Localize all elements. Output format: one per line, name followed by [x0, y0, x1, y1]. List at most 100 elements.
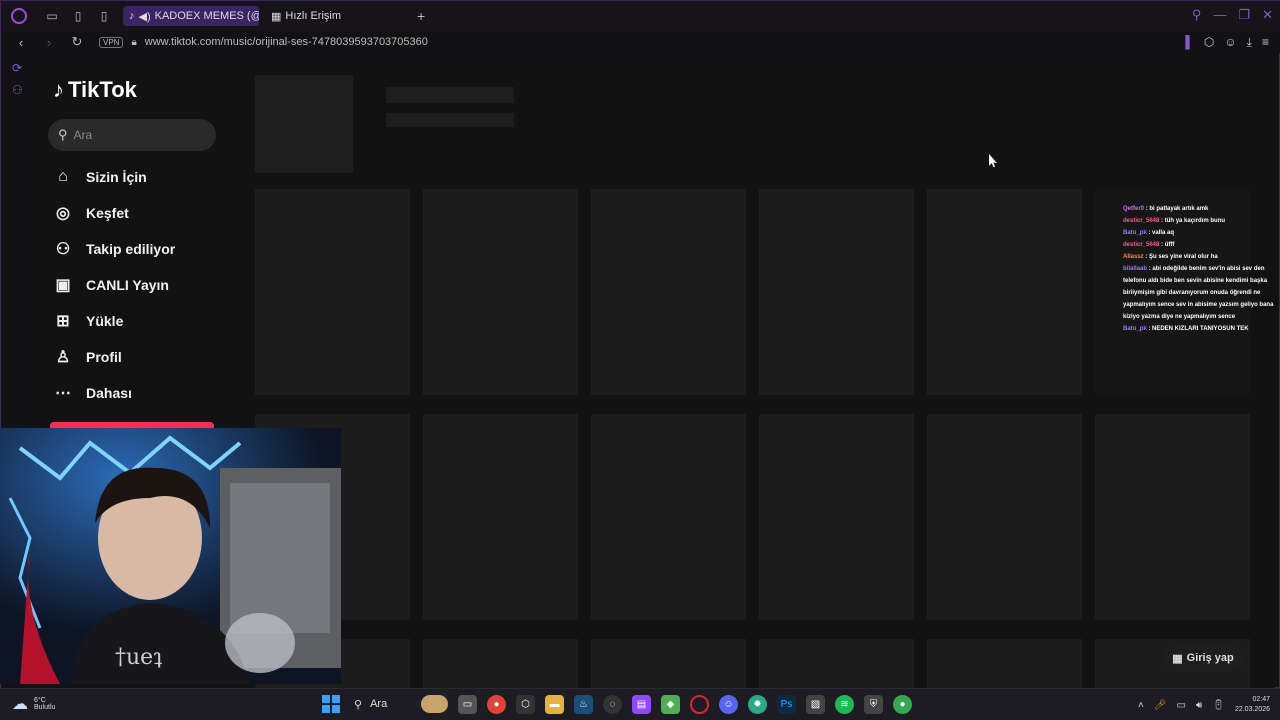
app-icon[interactable]: ✹: [748, 694, 767, 714]
extensions-icon[interactable]: ▌: [1185, 35, 1194, 50]
steam-icon[interactable]: ♨: [574, 694, 593, 714]
twitch-icon[interactable]: ▤: [632, 694, 651, 714]
video-card-placeholder[interactable]: [1095, 414, 1250, 620]
file-explorer-icon[interactable]: ▬: [545, 694, 564, 714]
clock[interactable]: 02:47 22.03.2026: [1235, 695, 1270, 715]
search-tabs-icon[interactable]: ⚲: [1192, 7, 1202, 23]
cloud-icon: ☁: [12, 696, 28, 713]
cube-icon[interactable]: ⬡: [1204, 35, 1214, 50]
opera-logo-icon[interactable]: [11, 8, 27, 24]
nav-label: Profil: [86, 349, 122, 365]
video-card-placeholder[interactable]: [591, 639, 746, 689]
back-icon[interactable]: ‹: [13, 35, 29, 50]
document-icon[interactable]: ▯: [71, 10, 85, 22]
video-card-placeholder[interactable]: [423, 189, 578, 395]
login-button[interactable]: ▦ Giriş yap: [1163, 645, 1243, 671]
video-card-placeholder[interactable]: [759, 414, 914, 620]
video-card-placeholder[interactable]: [759, 189, 914, 395]
sound-meta-placeholder: [386, 113, 514, 127]
nav-item-upload[interactable]: ⊞ Yükle: [53, 303, 175, 339]
nav-label: Takip ediliyor: [86, 241, 176, 257]
stream-chat-overlay: Qetfer0 : bi patlayak artık amk desticr_…: [1123, 203, 1275, 335]
compass-icon: ◎: [56, 205, 70, 222]
nav-item-for-you[interactable]: ⌂ Sizin İçin: [53, 159, 175, 195]
lock-icon[interactable]: 🔒︎: [131, 37, 136, 48]
nav-label: Sizin İçin: [86, 169, 147, 185]
spotify-icon[interactable]: ≋: [835, 694, 854, 714]
chevron-up-icon[interactable]: ˄: [1138, 700, 1144, 711]
network-icon[interactable]: 🔋︎: [1212, 700, 1225, 711]
bot-icon[interactable]: ⚇: [12, 83, 35, 97]
account-icon[interactable]: ☺: [1224, 35, 1236, 50]
weather-widget[interactable]: ☁ 6°C Bulutlu: [12, 694, 55, 714]
maximize-icon[interactable]: ❐: [1238, 7, 1250, 23]
sound-cover-placeholder: [255, 75, 353, 173]
obs-icon[interactable]: ◌: [603, 694, 622, 714]
volume-icon[interactable]: 🔊︎: [1196, 700, 1202, 711]
nav-item-profile[interactable]: ♙ Profil: [53, 339, 175, 375]
page-icon[interactable]: ▯: [97, 10, 111, 22]
following-icon: ⚇: [55, 241, 71, 258]
start-icon[interactable]: [322, 695, 340, 713]
photoshop-icon[interactable]: Ps: [777, 694, 796, 714]
new-tab-button[interactable]: +: [417, 8, 425, 24]
nav-item-live[interactable]: ▣ CANLI Yayın: [53, 267, 175, 303]
vpn-badge[interactable]: VPN: [99, 36, 124, 48]
tab-strip: ▭ ▯ ▯ ♪ ◀) KADOEX MEMES (@ka ▦ Hızlı Eri…: [1, 1, 1280, 31]
video-card-placeholder[interactable]: [423, 414, 578, 620]
more-icon: ⋯: [55, 385, 71, 402]
chat-message: Allassz : Şu ses yine viral olur ha: [1123, 254, 1218, 260]
sound-title-placeholder: [386, 87, 514, 103]
minimize-icon[interactable]: —: [1213, 7, 1226, 23]
chrome-icon[interactable]: ●: [487, 694, 506, 714]
nav-item-explore[interactable]: ◎ Keşfet: [53, 195, 175, 231]
nav-item-more[interactable]: ⋯ Dahası: [53, 375, 175, 411]
tab-tiktok[interactable]: ♪ ◀) KADOEX MEMES (@ka: [123, 6, 259, 26]
taskbar-search[interactable]: ⚲ Ara: [350, 693, 448, 715]
webcam-image: †ueʇ: [0, 428, 341, 684]
video-card-placeholder[interactable]: [591, 189, 746, 395]
window-controls: ⚲ — ❐ ✕: [1192, 7, 1273, 23]
tab-quick-access[interactable]: ▦ Hızlı Erişim: [265, 6, 347, 26]
system-tray: ˄ 🎤︎ ▭ 🔊︎ 🔋︎ 02:47 22.03.2026: [1138, 695, 1270, 715]
login-label: Giriş yap: [1186, 652, 1234, 664]
discord-icon[interactable]: ☺: [719, 694, 738, 714]
video-card-placeholder[interactable]: [591, 414, 746, 620]
menu-icon[interactable]: ≡: [1262, 35, 1269, 50]
chat-message: desticr_5648 : tüh ya kaçırdım bunu: [1123, 218, 1226, 224]
display-icon[interactable]: ▭: [1176, 700, 1185, 711]
history-icon[interactable]: ⟳: [12, 61, 35, 75]
search-icon: ⚲: [354, 698, 363, 711]
tab-label: Hızlı Erişim: [285, 10, 342, 22]
video-card-placeholder[interactable]: [927, 414, 1082, 620]
video-card-placeholder[interactable]: [927, 189, 1082, 395]
nav-label: Dahası: [86, 385, 132, 401]
search-input[interactable]: ⚲ Ara: [48, 119, 216, 151]
nav-item-following[interactable]: ⚇ Takip ediliyor: [53, 231, 175, 267]
shield-icon[interactable]: ⛨: [864, 694, 883, 714]
microphone-icon[interactable]: 🎤︎: [1154, 700, 1167, 711]
opera-icon[interactable]: [690, 694, 709, 714]
gamepad-icon[interactable]: ▭: [45, 10, 59, 22]
tiktok-logo[interactable]: ♪ TikTok: [53, 77, 137, 103]
task-view-icon[interactable]: ▭: [458, 694, 477, 714]
bluestacks-icon[interactable]: ◆: [661, 694, 680, 714]
url-field[interactable]: www.tiktok.com/music/orijinal-ses-747803…: [145, 36, 428, 48]
forward-icon[interactable]: ›: [41, 35, 57, 50]
video-card-placeholder[interactable]: [927, 639, 1082, 689]
close-icon[interactable]: ✕: [1262, 7, 1273, 23]
logo-text: TikTok: [68, 77, 137, 102]
video-card-placeholder[interactable]: [255, 189, 410, 395]
unity-icon[interactable]: ⬡: [516, 694, 535, 714]
chrome-alt-icon[interactable]: ●: [893, 694, 912, 714]
tab-label: KADOEX MEMES (@ka: [154, 10, 259, 22]
capcut-icon[interactable]: ▧: [806, 694, 825, 714]
date: 22.03.2026: [1234, 706, 1270, 713]
speaker-icon[interactable]: ◀): [139, 10, 151, 23]
upload-icon: ⊞: [56, 313, 70, 330]
download-icon[interactable]: ⤓: [1247, 35, 1252, 50]
video-card-placeholder[interactable]: [423, 639, 578, 689]
taskbar-apps: ⚲ Ara ▭ ● ⬡ ▬ ♨ ◌ ▤ ◆ ☺ ✹ Ps ▧ ≋ ⛨ ●: [322, 693, 912, 715]
reload-icon[interactable]: ↻: [69, 34, 85, 50]
video-card-placeholder[interactable]: [759, 639, 914, 689]
